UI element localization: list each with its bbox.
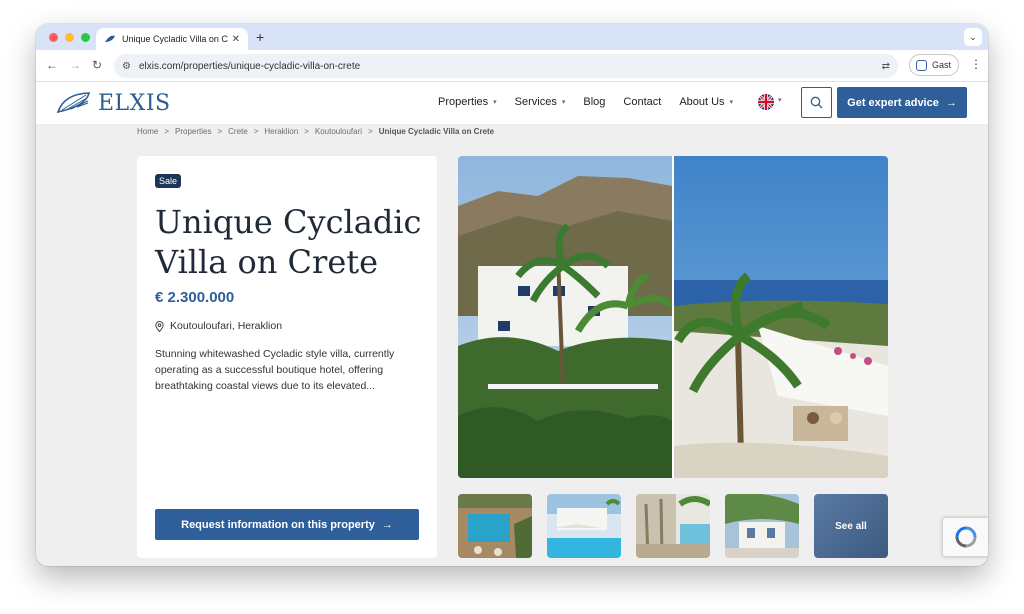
property-card: Sale Unique Cycladic Villa on Crete € 2.… <box>137 156 437 558</box>
breadcrumb-separator: > <box>164 127 170 136</box>
breadcrumb: Home > Properties > Crete > Heraklion > Kout… <box>137 127 494 136</box>
nav-label: Blog <box>583 96 606 108</box>
nav-label: About Us <box>679 96 725 108</box>
tab-search-chevron-icon[interactable]: ⌄ <box>964 28 982 46</box>
window-controls <box>49 33 90 42</box>
gallery-thumbnail[interactable] <box>725 494 799 558</box>
gallery-thumbnail[interactable] <box>547 494 621 558</box>
cta-label: Get expert advice <box>847 96 939 109</box>
gallery-thumbnail[interactable] <box>458 494 532 558</box>
shell-logo-icon <box>56 92 91 114</box>
chevron-down-icon: ▾ <box>493 99 497 106</box>
see-all-photos-button[interactable]: See all <box>814 494 888 558</box>
breadcrumb-crete[interactable]: Crete <box>228 127 248 136</box>
profile-name: Gast <box>932 60 952 70</box>
main-gallery-image[interactable] <box>458 156 888 478</box>
request-button-label: Request information on this property <box>181 518 375 531</box>
nav-label: Properties <box>438 96 489 108</box>
property-price: € 2.300.000 <box>155 289 235 306</box>
language-chevron-icon[interactable]: ▾ <box>778 96 782 104</box>
main-nav: Properties ▾ Services ▾ Blog Contact Abo… <box>438 96 751 108</box>
location-pin-icon <box>155 320 164 332</box>
search-button[interactable] <box>801 87 832 118</box>
site-header: ELXIS Properties ▾ Services ▾ Blog Conta… <box>36 82 988 124</box>
minimize-window-button[interactable] <box>65 33 74 42</box>
new-tab-button[interactable]: + <box>256 29 264 45</box>
forward-arrow-icon[interactable]: → <box>69 58 81 72</box>
breadcrumb-properties[interactable]: Properties <box>175 127 211 136</box>
reload-icon[interactable]: ↻ <box>92 58 102 72</box>
nav-item-contact[interactable]: Contact <box>623 96 661 108</box>
search-icon <box>810 96 823 109</box>
browser-menu-icon[interactable]: ⋮ <box>970 57 982 71</box>
uk-flag-icon[interactable] <box>758 94 774 110</box>
breadcrumb-heraklion[interactable]: Heraklion <box>264 127 298 136</box>
request-information-button[interactable]: Request information on this property → <box>155 509 419 540</box>
profile-icon <box>916 59 927 71</box>
tab-title: Unique Cycladic Villa on Crete <box>122 34 228 44</box>
browser-window: Unique Cycladic Villa on Crete ✕ + ⌄ ← →… <box>36 24 988 566</box>
back-arrow-icon[interactable]: ← <box>46 58 58 72</box>
profile-button[interactable]: Gast <box>909 54 959 76</box>
nav-label: Contact <box>623 96 662 108</box>
breadcrumb-separator: > <box>368 127 373 136</box>
property-location: Koutouloufari, Heraklion <box>155 320 282 332</box>
get-expert-advice-button[interactable]: Get expert advice → <box>837 87 967 118</box>
site-logo[interactable]: ELXIS <box>56 90 171 116</box>
recaptcha-icon <box>955 526 976 548</box>
nav-item-services[interactable]: Services ▾ <box>515 96 566 108</box>
nav-label: Services <box>514 96 557 108</box>
property-title: Unique Cycladic Villa on Crete <box>155 203 422 281</box>
breadcrumb-current: Unique Cycladic Villa on Crete <box>378 127 495 136</box>
tab-strip: Unique Cycladic Villa on Crete ✕ + ⌄ <box>36 24 988 50</box>
sale-badge: Sale <box>155 174 182 188</box>
logo-text: ELXIS <box>98 90 171 116</box>
breadcrumb-separator: > <box>217 127 223 136</box>
browser-toolbar: ← → ↻ ⚙ elxis.com/properties/unique-cycl… <box>36 50 988 82</box>
shell-favicon-icon <box>105 35 115 42</box>
maximize-window-button[interactable] <box>81 33 90 42</box>
arrow-right-icon: → <box>945 96 957 109</box>
breadcrumb-home[interactable]: Home <box>137 127 158 136</box>
chevron-down-icon: ▾ <box>729 99 734 106</box>
recaptcha-badge[interactable] <box>942 517 988 557</box>
translate-icon[interactable]: ⇄ <box>882 61 890 72</box>
browser-tab[interactable]: Unique Cycladic Villa on Crete ✕ <box>96 28 248 50</box>
address-bar[interactable]: ⚙ elxis.com/properties/unique-cycladic-v… <box>114 54 898 78</box>
url-text: elxis.com/properties/unique-cycladic-vil… <box>138 60 361 72</box>
property-description: Stunning whitewashed Cycladic style vill… <box>155 348 395 392</box>
gallery-thumbnail[interactable] <box>636 494 710 558</box>
gallery-thumbnails: See all <box>458 494 888 558</box>
nav-item-blog[interactable]: Blog <box>583 96 605 108</box>
breadcrumb-separator: > <box>304 127 309 136</box>
chevron-down-icon: ▾ <box>561 99 566 106</box>
location-text: Koutouloufari, Heraklion <box>170 320 283 332</box>
nav-item-properties[interactable]: Properties ▾ <box>438 96 497 108</box>
close-window-button[interactable] <box>49 33 58 42</box>
site-settings-icon[interactable]: ⚙ <box>122 61 131 72</box>
breadcrumb-separator: > <box>253 127 259 136</box>
close-tab-icon[interactable]: ✕ <box>232 34 240 45</box>
arrow-right-icon: → <box>381 518 393 531</box>
breadcrumb-koutouloufari[interactable]: Koutouloufari <box>315 127 362 136</box>
nav-item-about-us[interactable]: About Us ▾ <box>679 96 733 108</box>
